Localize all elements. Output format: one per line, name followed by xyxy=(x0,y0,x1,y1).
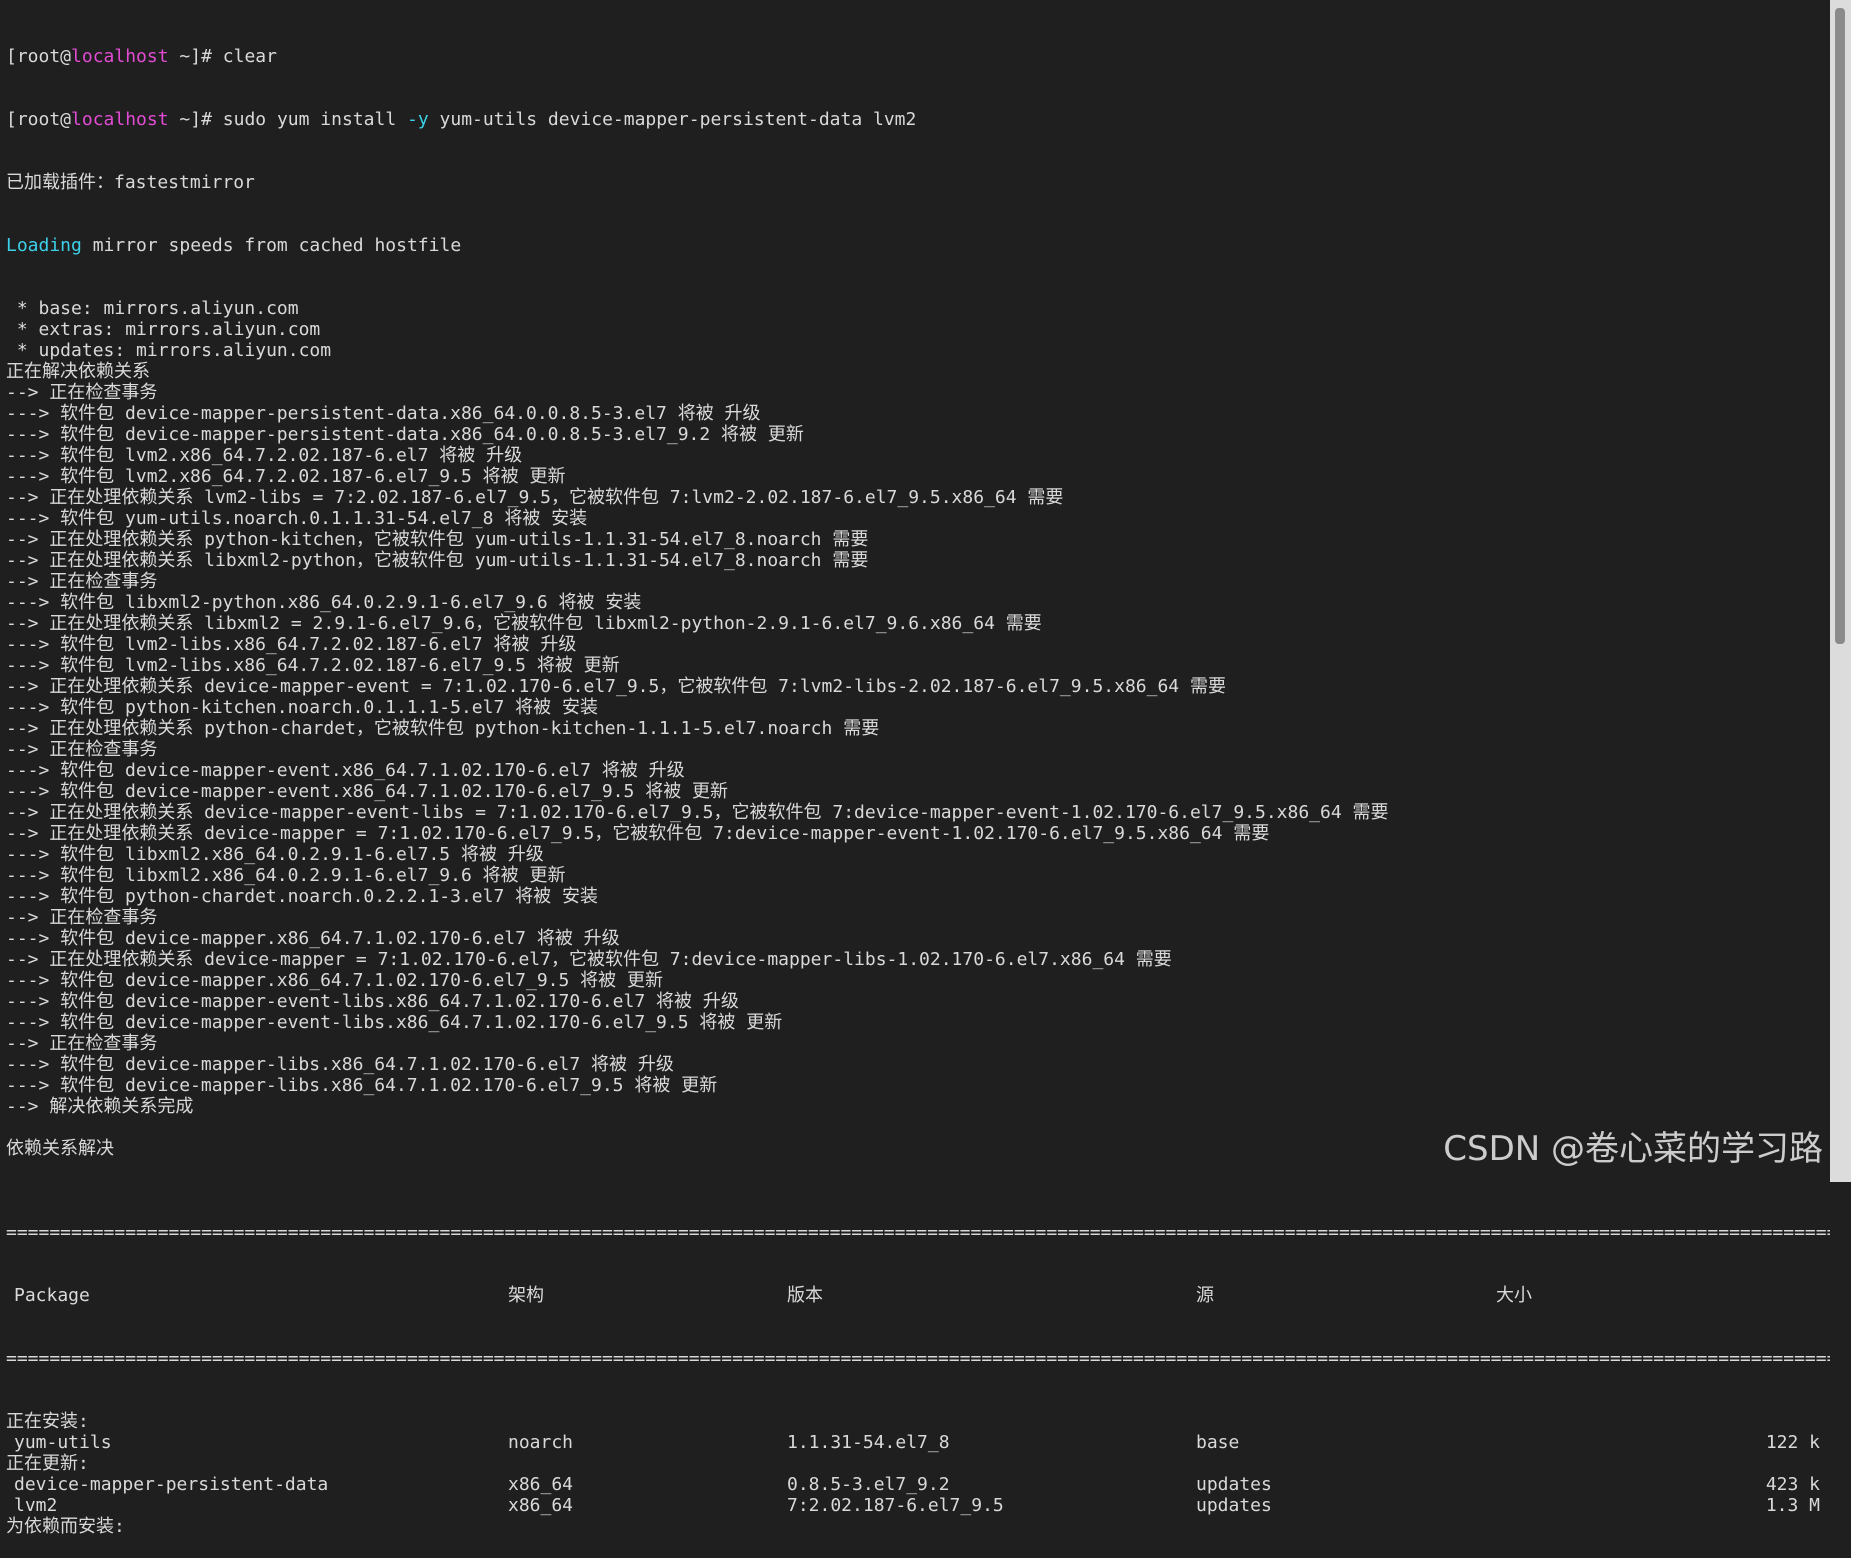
output-line: ---> 软件包 device-mapper.x86_64.7.1.02.170… xyxy=(6,928,620,949)
loading-word: Loading xyxy=(6,235,82,256)
table-separator: ========================================… xyxy=(6,1222,1830,1243)
vertical-scrollbar[interactable] xyxy=(1830,0,1851,1182)
output-line: ---> 软件包 libxml2.x86_64.0.2.9.1-6.el7.5 … xyxy=(6,844,544,865)
table-section-title: 正在安装: xyxy=(6,1411,89,1432)
output-line: 正在解决依赖关系 xyxy=(6,361,150,382)
cell-repo: updates xyxy=(1196,1495,1272,1516)
output-line: --> 正在检查事务 xyxy=(6,739,158,760)
output-line: ---> 软件包 libxml2.x86_64.0.2.9.1-6.el7_9.… xyxy=(6,865,566,886)
header-size: 大小 xyxy=(1496,1285,1532,1306)
output-line: --> 正在处理依赖关系 lvm2-libs = 7:2.02.187-6.el… xyxy=(6,487,1064,508)
header-repo: 源 xyxy=(1196,1285,1214,1306)
table-section-title: 为依赖而安装: xyxy=(6,1516,125,1537)
output-line: ---> 软件包 python-chardet.noarch.0.2.2.1-3… xyxy=(6,886,598,907)
output-line: ---> 软件包 lvm2-libs.x86_64.7.2.02.187-6.e… xyxy=(6,655,620,676)
command: clear xyxy=(222,46,277,67)
table-row: lvm2 x86_64 7:2.02.187-6.el7_9.5 updates 1.3… xyxy=(6,1495,1830,1516)
output-line: --> 正在处理依赖关系 python-kitchen，它被软件包 yum-ut… xyxy=(6,529,869,550)
table-row: yum-utils noarch 1.1.31-54.el7_8 base 122 k xyxy=(6,1432,1830,1453)
output-line: * base: mirrors.aliyun.com xyxy=(6,298,299,319)
header-version: 版本 xyxy=(787,1285,823,1306)
output-line: --> 正在检查事务 xyxy=(6,382,158,403)
cell-version: 7:2.02.187-6.el7_9.5 xyxy=(787,1495,1004,1516)
output-block: * base: mirrors.aliyun.com * extras: mir… xyxy=(6,298,1830,1180)
output-line: --> 正在检查事务 xyxy=(6,907,158,928)
output-line: ---> 软件包 device-mapper-event-libs.x86_64… xyxy=(6,1012,783,1033)
cell-version: 1.1.31-54.el7_8 xyxy=(787,1432,950,1453)
table-header-row: Package 架构 版本 源 大小 xyxy=(6,1285,1830,1306)
output-line: ---> 软件包 device-mapper-event-libs.x86_64… xyxy=(6,991,739,1012)
output-line: ---> 软件包 device-mapper-event.x86_64.7.1.… xyxy=(6,781,729,802)
output-line: ---> 软件包 yum-utils.noarch.0.1.1.31-54.el… xyxy=(6,508,588,529)
cell-repo: updates xyxy=(1196,1474,1272,1495)
output-line: --> 正在处理依赖关系 libxml2-python，它被软件包 yum-ut… xyxy=(6,550,869,571)
cell-repo: base xyxy=(1196,1432,1240,1453)
output-line: --> 正在处理依赖关系 python-chardet，它被软件包 python… xyxy=(6,718,880,739)
output-line: --> 正在处理依赖关系 device-mapper-event-libs = … xyxy=(6,802,1389,823)
output-line: * updates: mirrors.aliyun.com xyxy=(6,340,332,361)
command: sudo yum install xyxy=(222,109,407,130)
output-line: --> 正在处理依赖关系 libxml2 = 2.9.1-6.el7_9.6，它… xyxy=(6,613,1042,634)
cell-package: lvm2 xyxy=(14,1495,58,1516)
hostname: localhost xyxy=(71,109,169,130)
output-line: ---> 软件包 device-mapper-libs.x86_64.7.1.0… xyxy=(6,1054,674,1075)
table-section-title: 正在更新: xyxy=(6,1453,89,1474)
cell-arch: noarch xyxy=(508,1432,574,1453)
output-line: --> 解决依赖关系完成 xyxy=(6,1096,194,1117)
table-row: device-mapper-persistent-data x86_64 0.8.5… xyxy=(6,1474,1830,1495)
prompt-line: [root@localhost ~]# sudo yum install -y … xyxy=(6,109,917,130)
output-line: ---> 软件包 python-kitchen.noarch.0.1.1.1-5… xyxy=(6,697,598,718)
prompt-line: [root@localhost ~]# clear xyxy=(6,46,277,67)
cell-size: 1.3 M xyxy=(1765,1495,1820,1516)
output-line: * extras: mirrors.aliyun.com xyxy=(6,319,321,340)
cell-package: device-mapper-persistent-data xyxy=(14,1474,329,1495)
cell-size: 122 k xyxy=(1765,1432,1820,1453)
output-line: ---> 软件包 device-mapper.x86_64.7.1.02.170… xyxy=(6,970,664,991)
output-line: Loading mirror speeds from cached hostfi… xyxy=(6,235,462,256)
output-line: ---> 软件包 device-mapper-persistent-data.x… xyxy=(6,403,761,424)
output-line: 已加载插件：fastestmirror xyxy=(6,172,255,193)
hostname: localhost xyxy=(71,46,169,67)
output-line: ---> 软件包 device-mapper-persistent-data.x… xyxy=(6,424,804,445)
cell-size: 423 k xyxy=(1765,1474,1820,1495)
output-line: --> 正在处理依赖关系 device-mapper = 7:1.02.170-… xyxy=(6,823,1270,844)
header-arch: 架构 xyxy=(508,1285,544,1306)
output-line: ---> 软件包 device-mapper-libs.x86_64.7.1.0… xyxy=(6,1075,718,1096)
command-flag: -y xyxy=(407,109,429,130)
output-line: ---> 软件包 lvm2.x86_64.7.2.02.187-6.el7 将被… xyxy=(6,445,523,466)
output-line: ---> 软件包 lvm2-libs.x86_64.7.2.02.187-6.e… xyxy=(6,634,577,655)
command-args: yum-utils device-mapper-persistent-data … xyxy=(428,109,917,130)
output-line: ---> 软件包 lvm2.x86_64.7.2.02.187-6.el7_9.… xyxy=(6,466,566,487)
output-line: --> 正在处理依赖关系 device-mapper = 7:1.02.170-… xyxy=(6,949,1172,970)
header-package: Package xyxy=(14,1285,90,1306)
table-separator: ========================================… xyxy=(6,1348,1830,1369)
cell-arch: x86_64 xyxy=(508,1495,574,1516)
cell-version: 0.8.5-3.el7_9.2 xyxy=(787,1474,950,1495)
terminal-output[interactable]: [root@localhost ~]# clear [root@localhos… xyxy=(0,0,1830,1537)
output-line: --> 正在检查事务 xyxy=(6,1033,158,1054)
output-line: ---> 软件包 libxml2-python.x86_64.0.2.9.1-6… xyxy=(6,592,642,613)
transaction-table: 正在安装: yum-utils noarch 1.1.31-54.el7_8 base 1… xyxy=(6,1411,1830,1537)
output-line: --> 正在处理依赖关系 device-mapper-event = 7:1.0… xyxy=(6,676,1226,697)
watermark: CSDN @卷心菜的学习路 xyxy=(1443,1129,1823,1169)
scrollbar-thumb[interactable] xyxy=(1835,8,1845,644)
output-line: --> 正在检查事务 xyxy=(6,571,158,592)
cell-arch: x86_64 xyxy=(508,1474,574,1495)
cell-package: yum-utils xyxy=(14,1432,112,1453)
output-line: ---> 软件包 device-mapper-event.x86_64.7.1.… xyxy=(6,760,685,781)
